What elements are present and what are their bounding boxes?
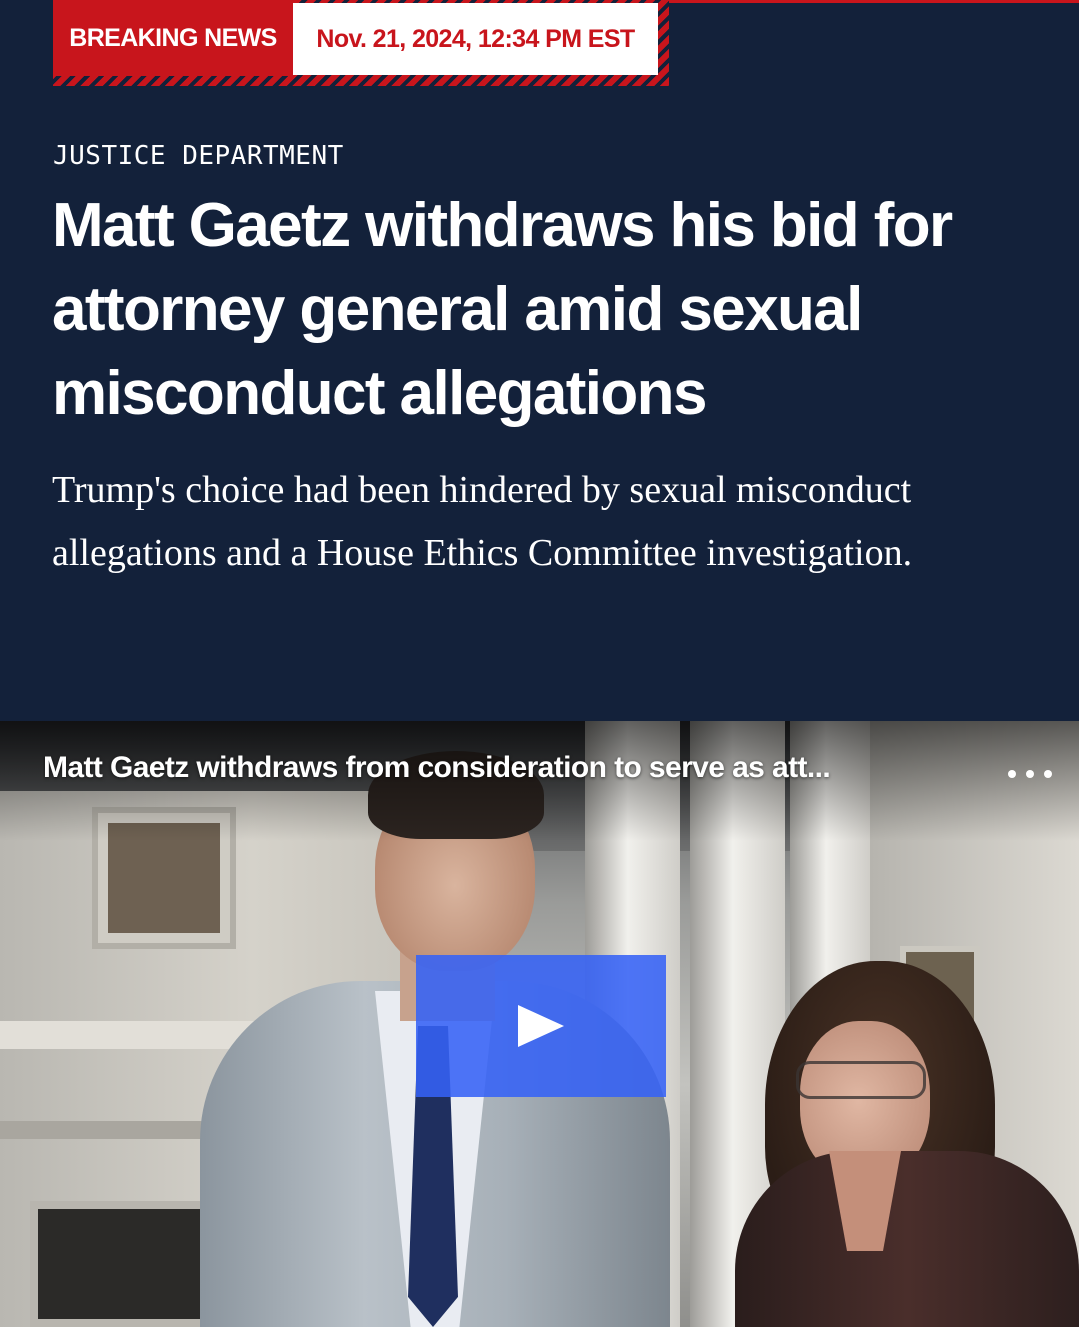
article-dek: Trump's choice had been hindered by sexu…	[52, 469, 913, 574]
video-title[interactable]: Matt Gaetz withdraws from consideration …	[43, 751, 943, 785]
breaking-news-badge: BREAKING NEWS Nov. 21, 2024, 12:34 PM ES…	[53, 0, 669, 86]
article-header: BREAKING NEWS Nov. 21, 2024, 12:34 PM ES…	[0, 0, 1079, 721]
article-headline: Matt Gaetz withdraws his bid for attorne…	[52, 191, 953, 428]
play-icon	[518, 1005, 564, 1047]
video-thumbnail-doorway	[30, 1201, 210, 1327]
breaking-news-timestamp: Nov. 21, 2024, 12:34 PM EST	[293, 3, 658, 75]
video-thumbnail-glasses	[796, 1061, 926, 1099]
top-accent-rule	[660, 0, 1079, 3]
video-thumbnail-coat	[735, 1151, 1079, 1327]
breaking-news-label: BREAKING NEWS	[53, 0, 293, 76]
video-player[interactable]: Matt Gaetz withdraws from consideration …	[0, 721, 1079, 1327]
more-horizontal-icon[interactable]	[1008, 761, 1052, 787]
section-link[interactable]: JUSTICE DEPARTMENT	[53, 141, 344, 171]
play-button[interactable]	[416, 955, 666, 1097]
